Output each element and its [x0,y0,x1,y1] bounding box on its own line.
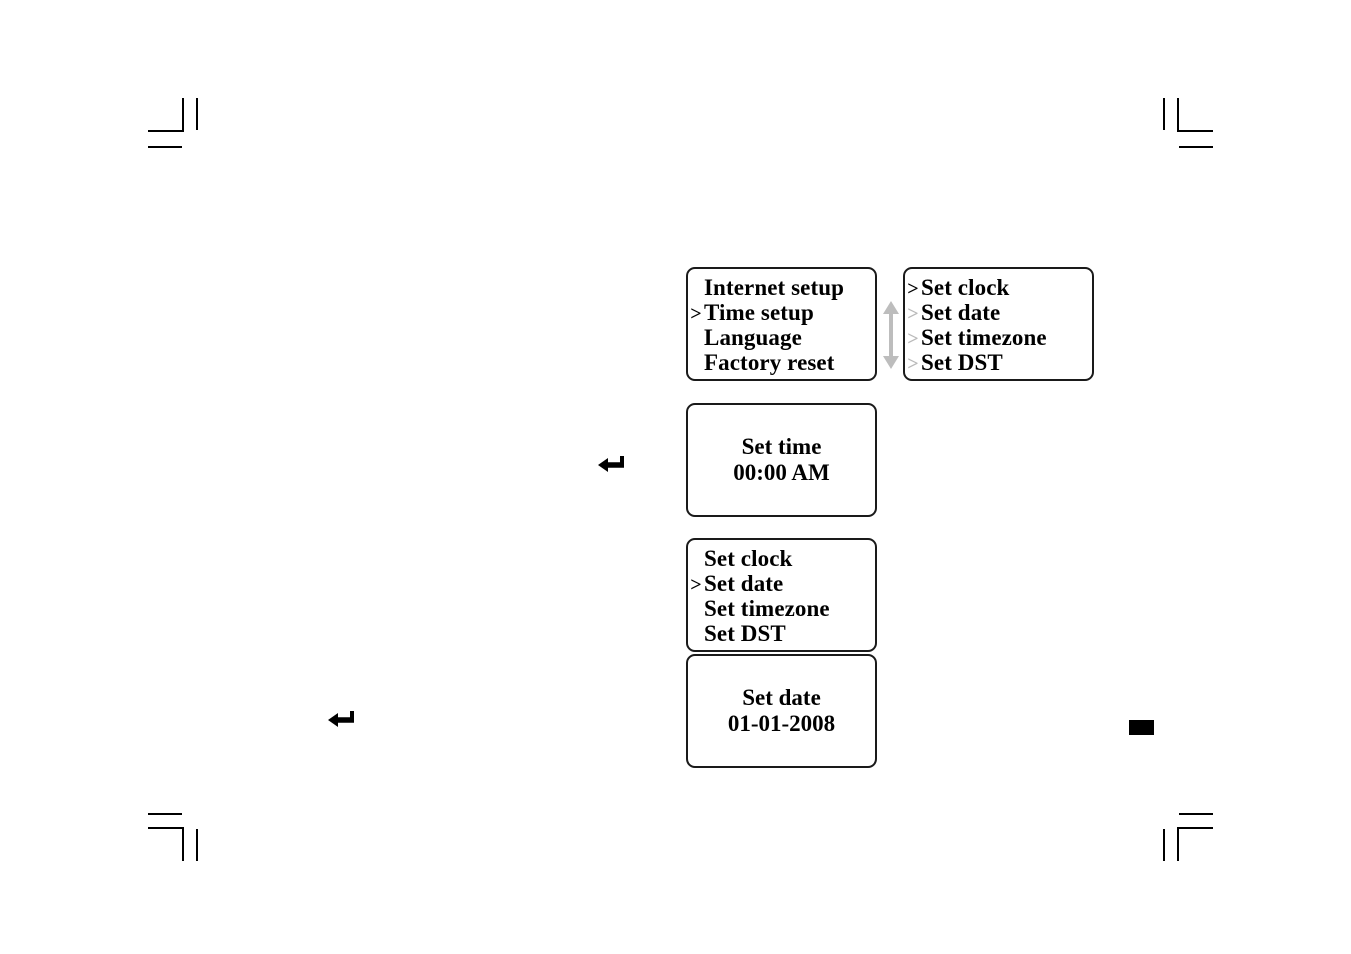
crop-mark-segment [1177,827,1213,829]
menu-item-label: Internet setup [704,275,845,300]
crop-mark-segment [182,827,184,861]
chevron-right-icon: > [688,598,704,623]
menu-item-label: Set date [921,300,1001,325]
menu-item-set-date[interactable]: > Set date [688,571,875,596]
crop-mark-bottom-right [1155,805,1213,861]
menu-item-time-setup[interactable]: > Time setup [688,300,875,325]
menu-item-language[interactable]: > Language [688,325,875,350]
crop-mark-segment [196,98,198,130]
crop-mark-segment [1163,98,1165,130]
menu-item-label: Set clock [921,275,1010,300]
chevron-right-icon: > [690,574,702,596]
crop-mark-top-right [1155,98,1213,150]
lcd-screen-time-setup-menu: > Set clock > Set date > Set timezone > … [903,267,1094,381]
return-arrow-icon [598,455,626,475]
crop-mark-segment [148,813,182,815]
menu-item-label: Set timezone [704,596,830,621]
manual-page: > Internet setup > Time setup > Language… [0,0,1351,954]
screen-value: 00:00 AM [733,460,830,485]
chevron-right-icon: > [907,303,919,325]
crop-mark-segment [1163,829,1165,861]
menu-item-label: Set DST [704,621,786,646]
menu-item-label: Set date [704,571,784,596]
menu-item-set-timezone[interactable]: > Set timezone [688,596,875,621]
chevron-right-icon: > [907,328,919,350]
menu-item-label: Time setup [704,300,814,325]
menu-item-set-dst[interactable]: > Set DST [905,350,1092,375]
crop-mark-segment [182,98,184,132]
chevron-right-icon: > [907,353,919,375]
chevron-right-icon: > [688,327,704,352]
page-marker [1129,720,1154,735]
menu-item-factory-reset[interactable]: > Factory reset [688,350,875,375]
screen-title: Set time [741,434,822,459]
menu-item-label: Factory reset [704,350,835,375]
lcd-screen-setup-menu: > Internet setup > Time setup > Language… [686,267,877,381]
menu-item-set-dst[interactable]: > Set DST [688,621,875,646]
crop-mark-segment [148,827,184,829]
menu-item-set-clock[interactable]: > Set clock [905,275,1092,300]
return-arrow-icon [328,710,356,730]
screen-value: 01-01-2008 [727,711,836,736]
lcd-screen-time-setup-menu-date: > Set clock > Set date > Set timezone > … [686,538,877,652]
crop-mark-top-left [148,98,206,150]
menu-item-set-date[interactable]: > Set date [905,300,1092,325]
menu-item-internet-setup[interactable]: > Internet setup [688,275,875,300]
crop-mark-segment [1177,827,1179,861]
menu-item-label: Language [704,325,802,350]
chevron-right-icon: > [690,303,702,325]
crop-mark-segment [148,130,184,132]
chevron-right-icon: > [907,278,919,300]
crop-mark-segment [196,829,198,861]
crop-mark-segment [148,146,182,148]
menu-item-set-clock[interactable]: > Set clock [688,546,875,571]
menu-item-label: Set DST [921,350,1003,375]
up-down-arrow-icon [880,300,902,370]
crop-mark-segment [1179,146,1213,148]
crop-mark-segment [1179,813,1213,815]
crop-mark-bottom-left [148,805,206,861]
menu-item-label: Set clock [704,546,793,571]
screen-title: Set date [742,685,821,710]
chevron-right-icon: > [688,548,704,573]
crop-mark-segment [1177,98,1179,132]
chevron-right-icon: > [688,623,704,648]
chevron-right-icon: > [688,352,704,377]
chevron-right-icon: > [688,277,704,302]
crop-mark-segment [1177,130,1213,132]
menu-item-set-timezone[interactable]: > Set timezone [905,325,1092,350]
menu-item-label: Set timezone [921,325,1047,350]
lcd-screen-set-time: Set time 00:00 AM [686,403,877,517]
lcd-screen-set-date: Set date 01-01-2008 [686,654,877,768]
